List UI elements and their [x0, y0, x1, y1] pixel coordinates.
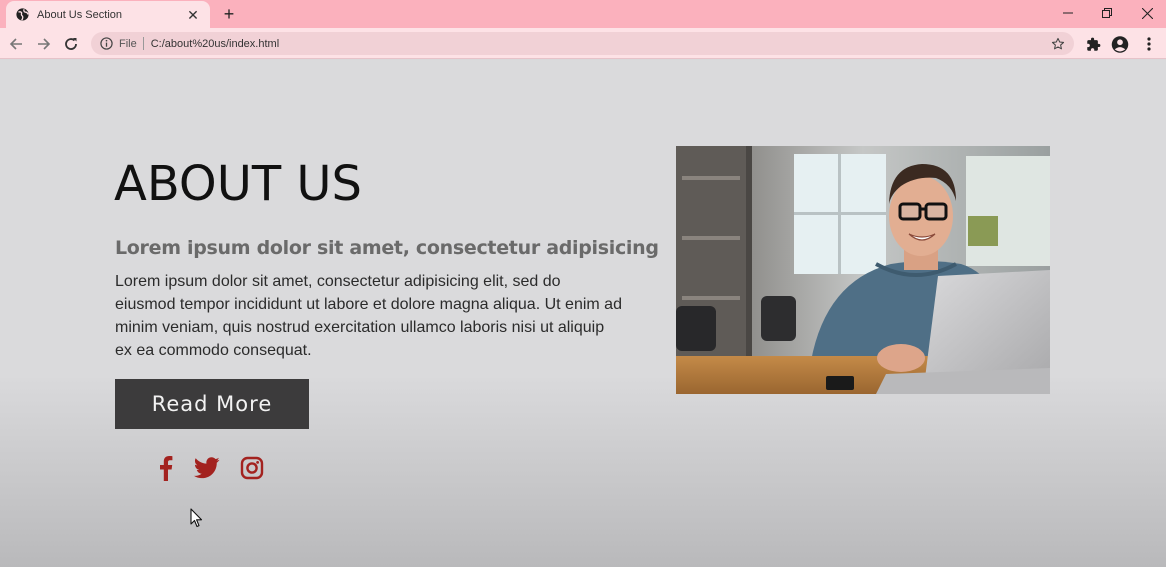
- globe-icon: [16, 8, 29, 21]
- read-more-button[interactable]: Read More: [115, 379, 309, 429]
- profile-avatar-icon[interactable]: [1111, 35, 1129, 53]
- browser-tab[interactable]: About Us Section ✕: [6, 1, 210, 28]
- menu-kebab-icon[interactable]: [1140, 35, 1158, 53]
- tab-title: About Us Section: [37, 8, 122, 21]
- forward-arrow-icon[interactable]: [35, 35, 53, 53]
- restore-icon[interactable]: [1097, 5, 1117, 21]
- info-icon[interactable]: [100, 37, 113, 50]
- facebook-icon[interactable]: [152, 454, 180, 482]
- omnibox-divider: [142, 37, 144, 50]
- url-text[interactable]: C:/about%20us/index.html: [151, 38, 1050, 50]
- reload-icon[interactable]: [62, 35, 80, 53]
- tab-strip: About Us Section ✕ +: [0, 0, 1166, 28]
- scheme-label: File: [119, 37, 137, 50]
- body-paragraph: Lorem ipsum dolor sit amet, consectetur …: [115, 273, 622, 359]
- team-member-photo: [676, 146, 1050, 394]
- twitter-icon[interactable]: [193, 454, 221, 482]
- back-arrow-icon[interactable]: [7, 35, 25, 53]
- new-tab-icon[interactable]: +: [220, 5, 238, 23]
- extensions-puzzle-icon[interactable]: [1084, 35, 1102, 53]
- subheading: Lorem ipsum dolor sit amet, consectetur …: [115, 237, 659, 259]
- close-tab-icon[interactable]: ✕: [186, 8, 200, 22]
- about-us-section: ABOUT US Lorem ipsum dolor sit amet, con…: [0, 60, 1166, 567]
- instagram-icon[interactable]: [238, 454, 266, 482]
- address-bar[interactable]: File C:/about%20us/index.html: [91, 32, 1074, 55]
- page-title: ABOUT US: [114, 156, 363, 212]
- browser-toolbar: File C:/about%20us/index.html: [0, 28, 1166, 59]
- bookmark-star-icon[interactable]: [1050, 36, 1066, 52]
- mouse-cursor-icon: [190, 508, 204, 528]
- minimize-icon[interactable]: [1058, 5, 1078, 21]
- close-window-icon[interactable]: [1137, 5, 1157, 21]
